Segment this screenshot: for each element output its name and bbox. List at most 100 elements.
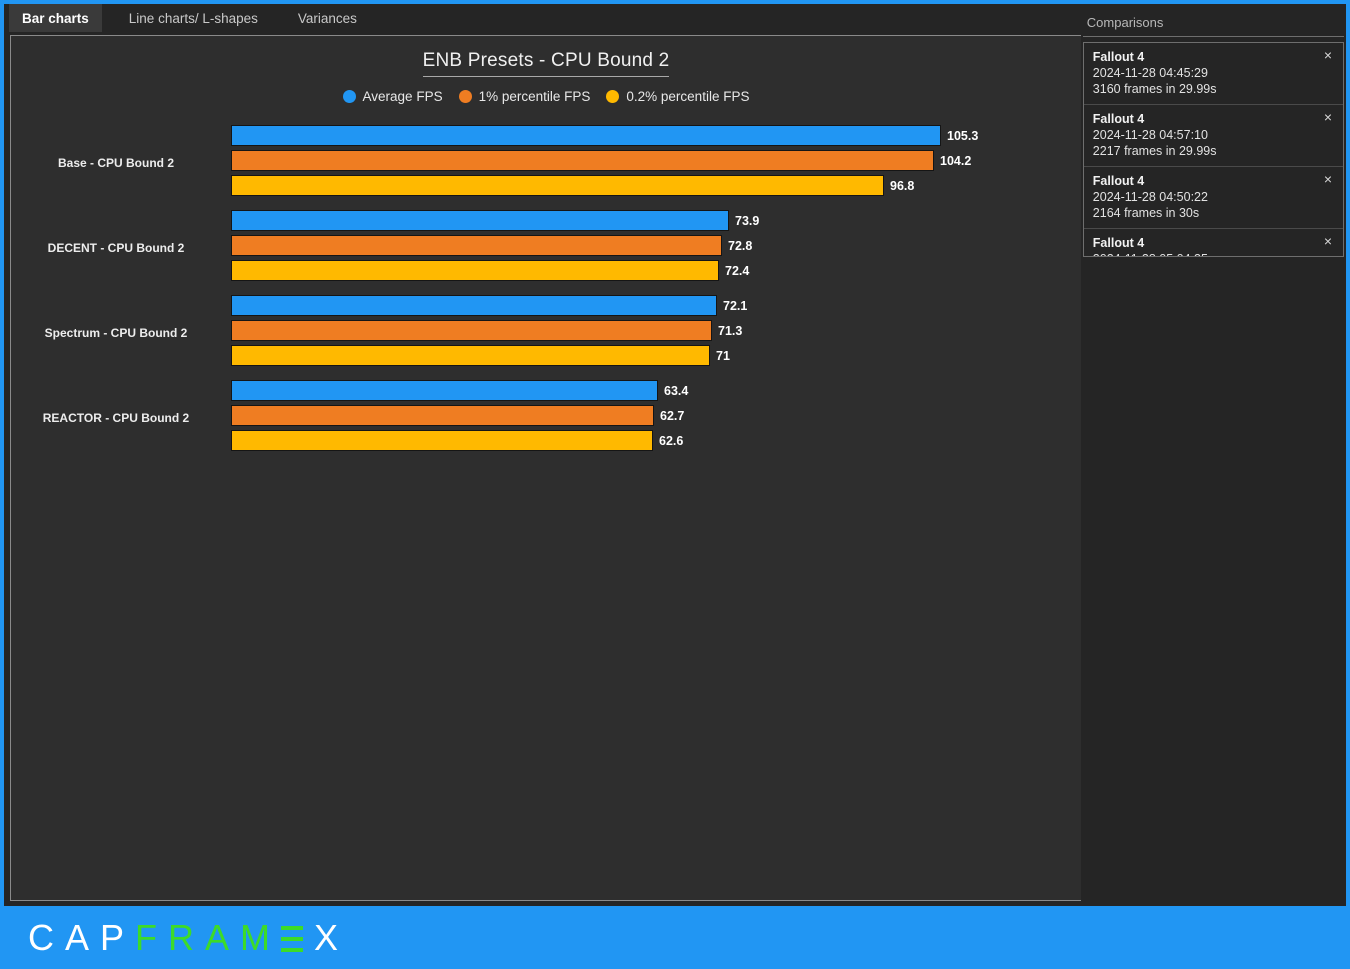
comparisons-sidebar: Comparisons Fallout 4 2024-11-28 04:45:29… xyxy=(1080,4,1346,906)
close-icon[interactable]: × xyxy=(1320,233,1336,249)
comparison-game-title: Fallout 4 xyxy=(1092,236,1145,250)
legend-dot-average-fps xyxy=(342,90,356,103)
bar-group-category-label: REACTOR - CPU Bound 2 xyxy=(42,410,190,425)
logo-text-x: X xyxy=(314,916,350,958)
tab-line-charts[interactable]: Line charts/ L-shapes xyxy=(116,4,271,32)
bar-group: Spectrum - CPU Bound 2 72.1 71.3 71 xyxy=(11,290,1081,375)
bar-group-bars: 73.9 72.8 72.4 xyxy=(231,210,1073,285)
legend-item-1-percentile-fps[interactable]: 1% percentile FPS xyxy=(458,89,591,104)
bar-average-fps[interactable] xyxy=(231,295,717,316)
close-icon[interactable]: × xyxy=(1320,47,1336,63)
legend-label-1-percentile-fps: 1% percentile FPS xyxy=(478,89,591,104)
close-icon[interactable]: × xyxy=(1320,171,1336,187)
tab-bar-charts-label: Bar charts xyxy=(22,10,89,26)
bar-row[interactable]: 72.8 xyxy=(231,235,1073,256)
bar-group-category-label: Base - CPU Bound 2 xyxy=(57,155,174,170)
comparison-timestamp: 2024-11-28 05:04:35 xyxy=(1093,251,1335,256)
bar-row[interactable]: 96.8 xyxy=(231,175,1073,196)
bar-value-label: 72.1 xyxy=(723,298,748,313)
comparison-game-title: Fallout 4 xyxy=(1092,112,1145,126)
bar-0-2-percentile-fps[interactable] xyxy=(231,175,884,196)
tab-line-charts-label: Line charts/ L-shapes xyxy=(128,10,258,26)
comparison-frames-info: 3160 frames in 29.99s xyxy=(1092,82,1217,96)
legend-label-02-percentile-fps: 0.2% percentile FPS xyxy=(626,89,750,104)
bar-value-label: 63.4 xyxy=(664,383,689,398)
comparison-timestamp: 2024-11-28 04:45:29 xyxy=(1092,66,1208,80)
tab-bar-charts[interactable]: Bar charts xyxy=(9,4,102,32)
legend-dot-02-percentile-fps xyxy=(606,90,620,103)
chart-plot-area: Base - CPU Bound 2 105.3 104.2 96.8 DECENT -… xyxy=(11,120,1081,460)
bar-value-label: 96.8 xyxy=(890,178,915,193)
bar-average-fps[interactable] xyxy=(231,125,941,146)
main-content-area: Bar charts Line charts/ L-shapes Varianc… xyxy=(4,4,1082,906)
bar-row[interactable]: 72.4 xyxy=(231,260,1073,281)
logo-text-fram: FRAM xyxy=(135,916,282,958)
tab-variances[interactable]: Variances xyxy=(285,4,370,32)
bar-value-label: 73.9 xyxy=(735,213,760,228)
bar-value-label: 72.4 xyxy=(725,263,750,278)
logo-text-cap: CAP xyxy=(28,916,136,958)
legend-item-02-percentile-fps[interactable]: 0.2% percentile FPS xyxy=(606,89,749,104)
chart-legend: Average FPS 1% percentile FPS 0.2% perce… xyxy=(11,89,1081,104)
legend-item-average-fps[interactable]: Average FPS xyxy=(342,89,443,104)
bar-group-bars: 105.3 104.2 96.8 xyxy=(231,125,1073,200)
logo-e-bars-icon xyxy=(281,925,304,952)
bar-group-bars: 63.4 62.7 62.6 xyxy=(231,380,1073,455)
bar-average-fps[interactable] xyxy=(231,210,729,231)
bar-1-percentile-fps[interactable] xyxy=(231,405,654,426)
app-window: Bar charts Line charts/ L-shapes Varianc… xyxy=(0,0,1350,969)
comparison-item[interactable]: Fallout 42024-11-28 05:04:351901 frames … xyxy=(1083,229,1343,256)
bar-row[interactable]: 104.2 xyxy=(231,150,1073,171)
capframex-logo: CAP FRAM X xyxy=(28,917,349,959)
bar-chart-panel: ENB Presets - CPU Bound 2 Average FPS 1%… xyxy=(10,35,1082,901)
bar-0-2-percentile-fps[interactable] xyxy=(231,345,710,366)
bar-1-percentile-fps[interactable] xyxy=(231,235,722,256)
comparison-frames-info: 2164 frames in 30s xyxy=(1092,206,1200,220)
bar-value-label: 104.2 xyxy=(940,153,972,168)
bar-0-2-percentile-fps[interactable] xyxy=(231,430,653,451)
bar-value-label: 105.3 xyxy=(947,128,979,143)
bar-row[interactable]: 62.6 xyxy=(231,430,1073,451)
close-icon[interactable]: × xyxy=(1320,109,1336,125)
bar-1-percentile-fps[interactable] xyxy=(231,320,712,341)
comparison-timestamp: 2024-11-28 04:50:22 xyxy=(1092,190,1208,204)
window-client-area: Bar charts Line charts/ L-shapes Varianc… xyxy=(4,4,1346,906)
bar-value-label: 62.6 xyxy=(659,433,684,448)
bar-value-label: 71 xyxy=(716,348,730,363)
comparisons-title: Comparisons xyxy=(1082,4,1344,37)
comparison-item[interactable]: Fallout 4 2024-11-28 04:50:22 2164 frames … xyxy=(1083,167,1343,229)
bar-value-label: 62.7 xyxy=(660,408,685,423)
bar-group-category-label: DECENT - CPU Bound 2 xyxy=(47,240,185,255)
bar-0-2-percentile-fps[interactable] xyxy=(231,260,719,281)
comparisons-list[interactable]: Fallout 4 2024-11-28 04:45:29 3160 frames … xyxy=(1082,42,1344,257)
chart-title: ENB Presets - CPU Bound 2 xyxy=(422,50,670,77)
bar-group: DECENT - CPU Bound 2 73.9 72.8 72.4 xyxy=(11,205,1081,290)
bar-row[interactable]: 72.1 xyxy=(231,295,1073,316)
bar-group: Base - CPU Bound 2 105.3 104.2 96.8 xyxy=(11,120,1081,205)
bar-row[interactable]: 63.4 xyxy=(231,380,1073,401)
comparison-game-title: Fallout 4 xyxy=(1092,50,1145,64)
bar-average-fps[interactable] xyxy=(231,380,658,401)
bar-row[interactable]: 105.3 xyxy=(231,125,1073,146)
bar-row[interactable]: 73.9 xyxy=(231,210,1073,231)
tab-variances-label: Variances xyxy=(297,10,357,26)
comparison-item[interactable]: Fallout 4 2024-11-28 04:57:10 2217 frames … xyxy=(1083,105,1343,167)
legend-label-average-fps: Average FPS xyxy=(362,89,443,104)
bar-group-bars: 72.1 71.3 71 xyxy=(231,295,1073,370)
comparison-item[interactable]: Fallout 4 2024-11-28 04:45:29 3160 frames … xyxy=(1083,43,1343,105)
comparison-frames-info: 2217 frames in 29.99s xyxy=(1092,144,1217,158)
app-footer: CAP FRAM X xyxy=(0,906,1350,969)
comparison-game-title: Fallout 4 xyxy=(1092,174,1145,188)
legend-dot-1-percentile-fps xyxy=(458,90,472,103)
bar-group-category-label: Spectrum - CPU Bound 2 xyxy=(44,325,188,340)
bar-group: REACTOR - CPU Bound 2 63.4 62.7 62.6 xyxy=(11,375,1081,460)
bar-row[interactable]: 71 xyxy=(231,345,1073,366)
bar-value-label: 71.3 xyxy=(718,323,743,338)
tab-bar: Bar charts Line charts/ L-shapes Varianc… xyxy=(4,4,1081,32)
comparison-timestamp: 2024-11-28 04:57:10 xyxy=(1092,128,1208,142)
bar-row[interactable]: 62.7 xyxy=(231,405,1073,426)
bar-value-label: 72.8 xyxy=(728,238,753,253)
bar-row[interactable]: 71.3 xyxy=(231,320,1073,341)
chart-title-container: ENB Presets - CPU Bound 2 xyxy=(11,50,1081,77)
bar-1-percentile-fps[interactable] xyxy=(231,150,934,171)
